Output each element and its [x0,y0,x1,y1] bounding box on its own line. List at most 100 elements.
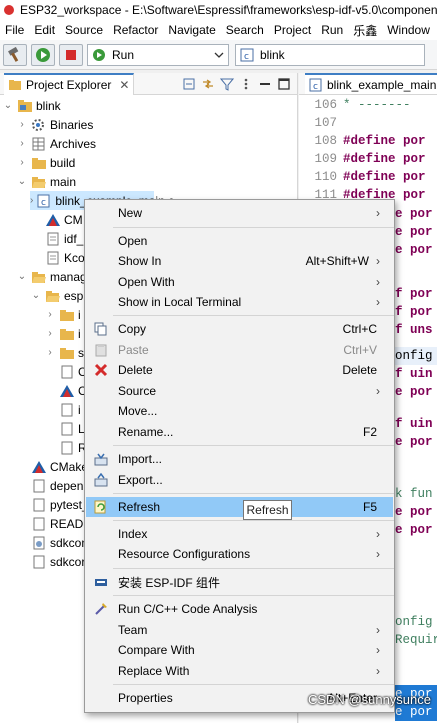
menu-navigate[interactable]: Navigate [163,23,220,37]
tree-item-idf-component[interactable]: idf_ [42,229,83,248]
tree-item-managed-components[interactable]: ⌄ manag [16,267,87,286]
link-editor-icon[interactable] [201,77,215,91]
menu-item-index[interactable]: Index › [86,524,393,544]
launch-config-select[interactable]: c blink [235,43,425,66]
tree-item-blink[interactable]: ⌄ blink [2,96,61,115]
tree-item-sdkconfig[interactable]: sdkcon [28,533,88,552]
build-button[interactable] [3,43,27,66]
code-fragment: k fun [395,485,437,503]
tab-project-explorer[interactable]: Project Explorer ✕ [4,72,135,95]
tree-item-binaries[interactable]: › Binaries [16,115,93,134]
chevron-right-icon[interactable]: › [16,138,28,149]
chevron-down-icon[interactable]: ⌄ [2,100,14,111]
menu-item-delete[interactable]: Delete Delete [86,360,393,380]
code-text: f uns [395,323,433,337]
chevron-right-icon[interactable]: › [16,119,28,130]
menu-item-export[interactable]: Export... [86,470,393,490]
close-icon[interactable]: ✕ [119,78,129,92]
menu-item-compare-with[interactable]: Compare With › [86,640,393,660]
tree-item-file-5[interactable]: R [56,438,87,457]
chevron-right-icon[interactable]: › [44,328,56,339]
tab-blink-example-main[interactable]: c blink_example_main.c [305,73,437,94]
chevron-right-icon[interactable]: › [30,195,33,206]
tree-item-dependencies[interactable]: depen [28,476,83,495]
chevron-down-icon[interactable]: ⌄ [16,176,28,187]
tree-item-file-3[interactable]: i [56,400,81,419]
menu-espressif[interactable]: 乐鑫 [348,22,382,39]
chevron-right-icon[interactable]: › [44,347,56,358]
tree-item-cmakelists[interactable]: CMake [28,457,88,476]
menu-refactor[interactable]: Refactor [108,23,163,37]
menu-item-refresh[interactable]: Refresh F5 [86,497,393,517]
tree-item-archives[interactable]: › Archives [16,134,96,153]
title-bar: ESP32_workspace - E:\Software\Espressif\… [0,0,437,20]
menu-item-resource-configurations[interactable]: Resource Configurations › [86,544,393,564]
tree-item-sdkconfig-2[interactable]: sdkcor [28,552,85,571]
menu-item-open-with[interactable]: Open With › [86,272,393,292]
filter-icon[interactable] [220,77,234,91]
menu-item-team[interactable]: Team › [86,620,393,640]
tree-item-esp[interactable]: ⌄ esp [30,286,84,305]
shortcut: F5 [362,500,377,514]
tree-item-esp-sub-1[interactable]: › i [44,305,81,324]
menu-item-install-esp-idf-component[interactable]: 安装 ESP-IDF 组件 [86,572,393,592]
tree-item-cmake-main[interactable]: CM [42,210,83,229]
view-menu-icon[interactable] [239,77,253,91]
menu-window[interactable]: Window [382,23,435,37]
menu-edit[interactable]: Edit [29,23,60,37]
minimize-icon[interactable] [258,77,272,91]
menu-run[interactable]: Run [316,23,348,37]
menu-item-show-in-terminal[interactable]: Show in Local Terminal › [86,292,393,312]
chevron-right-icon[interactable]: › [16,157,28,168]
stop-button[interactable] [59,43,83,66]
tree-label: i [78,307,81,322]
menu-item-paste[interactable]: Paste Ctrl+V [86,340,393,360]
line-number: 109 [314,152,337,166]
maximize-icon[interactable] [277,77,291,91]
menu-item-open[interactable]: Open [86,231,393,251]
tree-item-build[interactable]: › build [16,153,75,172]
code-analysis-icon [88,602,114,616]
launch-button[interactable] [31,43,55,66]
code-line: 109 #define por [299,150,437,168]
menu-item-run-code-analysis[interactable]: Run C/C++ Code Analysis [86,599,393,619]
tree-item-cmake-esp[interactable]: C [56,381,87,400]
c-file-icon: c [309,78,322,92]
tree-item-file-4[interactable]: L [56,419,85,438]
tree-item-kconfig[interactable]: Kco [42,248,85,267]
menu-item-import[interactable]: Import... [86,449,393,469]
menu-item-rename[interactable]: Rename... F2 [86,422,393,442]
tree-label: CMake [50,459,89,474]
delete-icon [88,363,114,377]
open-folder-icon [31,175,47,189]
tree-item-pytest[interactable]: pytest_ [28,495,89,514]
menu-item-new[interactable]: New › [86,203,393,223]
launch-mode-select[interactable]: Run [87,43,229,66]
chevron-down-icon[interactable]: ⌄ [30,290,42,301]
menu-item-replace-with[interactable]: Replace With › [86,661,393,681]
menu-source[interactable]: Source [60,23,108,37]
binaries-icon [31,118,47,132]
submenu-arrow-icon: › [376,275,380,289]
menu-file[interactable]: File [0,23,29,37]
editor-tab-label: blink_example_main.c [327,77,437,92]
menu-item-copy[interactable]: Copy Ctrl+C [86,319,393,339]
cmake-icon [59,384,75,398]
menu-item-show-in[interactable]: Show In Alt+Shift+W › [86,251,393,271]
collapse-all-icon[interactable] [182,77,196,91]
chevron-down-icon[interactable]: ⌄ [16,271,28,282]
project-explorer-header: Project Explorer ✕ [0,72,297,95]
code-text: e por [395,243,433,257]
chevron-right-icon[interactable]: › [44,309,56,320]
tree-label: sdkcor [50,554,86,569]
menu-item-move[interactable]: Move... [86,401,393,421]
tree-item-esp-sub-2[interactable]: › i [44,324,80,343]
tree-item-main[interactable]: ⌄ main [16,172,76,191]
folder-icon [59,346,75,360]
menu-item-source[interactable]: Source › [86,381,393,401]
code-fragment: e por [395,241,437,259]
menu-project[interactable]: Project [269,23,316,37]
tree-item-esp-sub-3[interactable]: › s [44,343,84,362]
tree-item-file-1[interactable]: C [56,362,87,381]
menu-search[interactable]: Search [221,23,269,37]
